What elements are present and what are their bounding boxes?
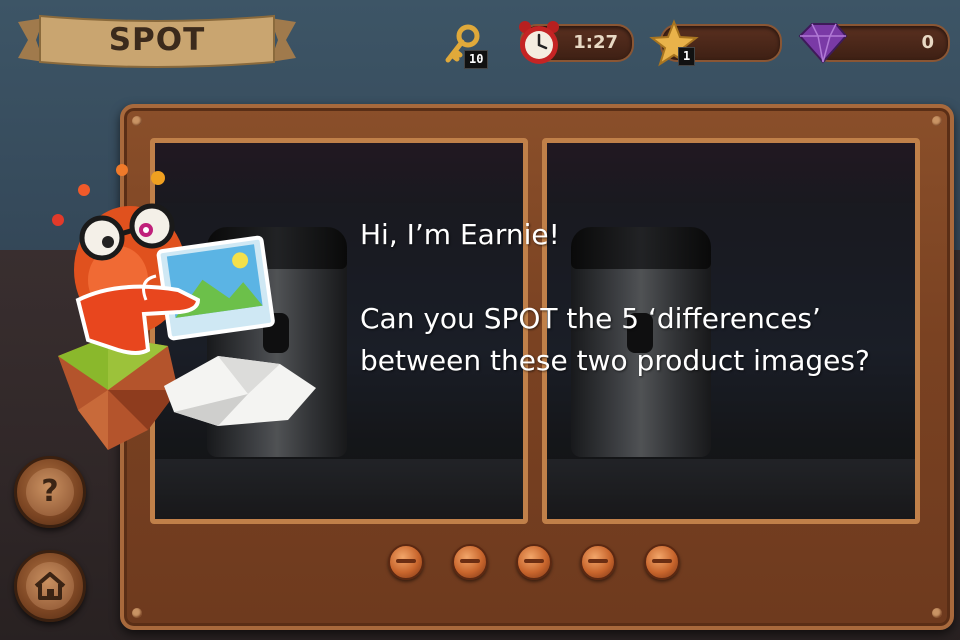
help-button[interactable]: ? [14, 456, 86, 528]
page-title: SPOT [108, 22, 206, 58]
title-banner: SPOT [14, 12, 300, 74]
timer-value: 1:27 [573, 32, 618, 53]
screw-icon [132, 608, 142, 618]
screw-icon [932, 608, 942, 618]
difference-indicator [516, 544, 552, 580]
difference-indicator [644, 544, 680, 580]
home-icon [26, 562, 74, 610]
earnie-mascot [48, 150, 338, 460]
home-button[interactable] [14, 550, 86, 622]
difference-indicator [388, 544, 424, 580]
keys-count: 10 [464, 50, 489, 69]
keys-counter: 10 [440, 22, 500, 70]
difference-indicator [580, 544, 616, 580]
greeting-text: Hi, I’m Earnie! [360, 218, 560, 251]
question-icon: ? [26, 468, 74, 516]
alarm-clock-icon [514, 18, 564, 68]
intro-dialog: Hi, I’m Earnie! Can you SPOT the 5 ‘diff… [360, 214, 880, 382]
gems-value: 0 [921, 32, 934, 53]
difference-indicator [452, 544, 488, 580]
instruction-text: Can you SPOT the 5 ‘differences’ between… [360, 302, 870, 377]
screw-icon [132, 116, 142, 126]
screw-icon [932, 116, 942, 126]
stars-count: 1 [678, 47, 696, 66]
gem-icon [796, 20, 850, 66]
